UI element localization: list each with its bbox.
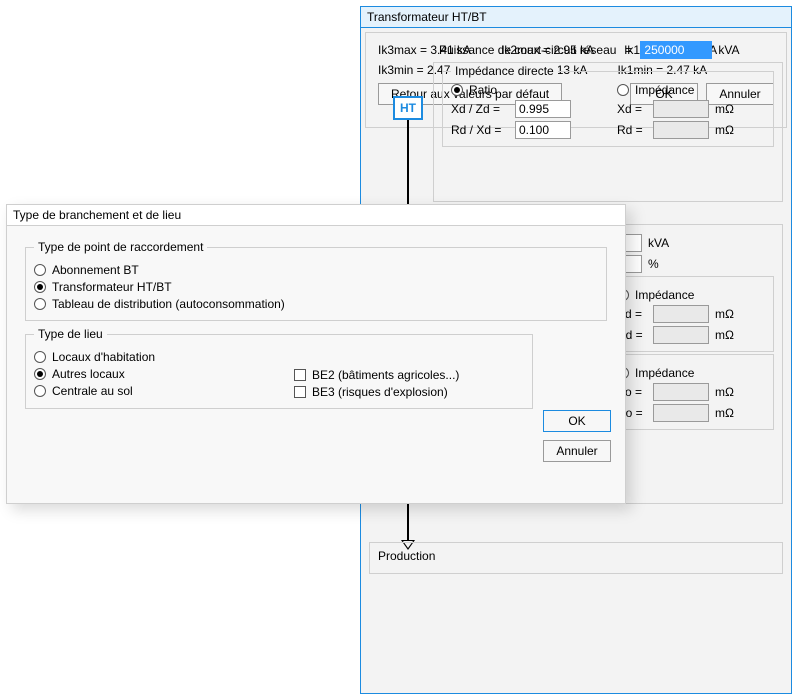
- dialog-ok-button[interactable]: OK: [543, 410, 611, 432]
- pcc-input[interactable]: [640, 41, 712, 59]
- impd-legend: Impédance directe: [451, 64, 558, 78]
- radio-transformateur-htbt[interactable]: [34, 281, 46, 293]
- rdxd-input[interactable]: [515, 121, 571, 139]
- rd-input: [653, 121, 709, 139]
- connection-point-legend: Type de point de raccordement: [34, 240, 207, 254]
- connection-type-dialog: Type de branchement et de lieu Type de p…: [6, 204, 626, 504]
- xdzd-label: Xd / Zd =: [451, 102, 509, 116]
- network-direct-impedance-fieldset: Impédance directe Ratio Xd / Zd =: [442, 71, 774, 147]
- label-abonnement-bt: Abonnement BT: [52, 263, 139, 277]
- mohm: mΩ: [715, 307, 747, 321]
- mohm: mΩ: [715, 102, 747, 116]
- trans-xo-input: [653, 383, 709, 401]
- mohm: mΩ: [715, 385, 747, 399]
- dialog-cancel-button[interactable]: Annuler: [543, 440, 611, 462]
- rd-label: Rd =: [617, 123, 647, 137]
- mohm: mΩ: [715, 123, 747, 137]
- trans-impedance-label2: Impédance: [635, 366, 694, 380]
- label-autres-locaux: Autres locaux: [52, 367, 125, 381]
- pcc-unit: kVA: [718, 43, 750, 57]
- trans-ro-input: [653, 404, 709, 422]
- ucc-unit: %: [648, 257, 680, 271]
- label-be2: BE2 (bâtiments agricoles...): [312, 368, 459, 382]
- xd-label: Xd =: [617, 102, 647, 116]
- ratio-radio[interactable]: [451, 84, 463, 96]
- trans-rd-input: [653, 326, 709, 344]
- pn-unit: kVA: [648, 236, 680, 250]
- rdxd-label: Rd / Xd =: [451, 123, 509, 137]
- trans-impedance-label: Impédance: [635, 288, 694, 302]
- radio-tableau-distribution[interactable]: [34, 298, 46, 310]
- production-group: Production: [369, 542, 783, 574]
- label-tableau-distribution: Tableau de distribution (autoconsommatio…: [52, 297, 285, 311]
- label-be3: BE3 (risques d'explosion): [312, 385, 448, 399]
- production-label: Production: [378, 549, 435, 563]
- network-impedance-group: Impédance directe Ratio Xd / Zd =: [433, 62, 783, 202]
- connection-point-group: Type de point de raccordement Abonnement…: [25, 240, 607, 321]
- pcc-label: Puissance de court-circuit réseau: [439, 43, 616, 57]
- impedance-radio[interactable]: [617, 84, 629, 96]
- ht-node-symbol: HT: [393, 96, 423, 120]
- radio-autres-locaux[interactable]: [34, 368, 46, 380]
- ratio-label: Ratio: [469, 83, 497, 97]
- equals: =: [622, 43, 634, 57]
- pcc-row: Puissance de court-circuit réseau = kVA: [439, 41, 779, 59]
- connection-type-title: Type de branchement et de lieu: [7, 205, 625, 226]
- label-locaux-habitation: Locaux d'habitation: [52, 350, 155, 364]
- location-type-group: Type de lieu Locaux d'habitation Autres …: [25, 327, 533, 409]
- trans-xd-input: [653, 305, 709, 323]
- label-transformateur-htbt: Transformateur HT/BT: [52, 280, 172, 294]
- radio-abonnement-bt[interactable]: [34, 264, 46, 276]
- checkbox-be3[interactable]: [294, 386, 306, 398]
- xd-input: [653, 100, 709, 118]
- mohm: mΩ: [715, 406, 747, 420]
- radio-centrale-au-sol[interactable]: [34, 385, 46, 397]
- transformer-panel-title: Transformateur HT/BT: [361, 7, 791, 28]
- xdzd-input[interactable]: [515, 100, 571, 118]
- checkbox-be2[interactable]: [294, 369, 306, 381]
- impedance-label: Impédance: [635, 83, 694, 97]
- label-centrale-au-sol: Centrale au sol: [52, 384, 133, 398]
- location-type-legend: Type de lieu: [34, 327, 107, 341]
- radio-locaux-habitation[interactable]: [34, 351, 46, 363]
- mohm: mΩ: [715, 328, 747, 342]
